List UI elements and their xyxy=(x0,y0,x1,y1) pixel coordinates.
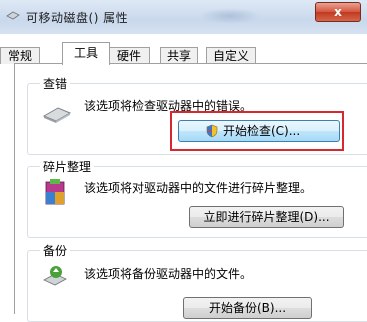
tab-customize[interactable]: 自定义 xyxy=(206,47,256,64)
tab-bar: 常规 工具 硬件 共享 自定义 xyxy=(0,34,367,65)
window-title-main: 可移动磁盘( xyxy=(26,11,94,25)
title-bar[interactable]: 可移动磁盘() 属性 x xyxy=(0,0,367,34)
start-backup-button[interactable]: 开始备份(B)... xyxy=(183,297,312,319)
defrag-description: 该选项将对驱动器中的文件进行碎片整理。 xyxy=(84,181,313,195)
error-check-label: 查错 xyxy=(40,75,71,92)
drive-icon xyxy=(42,107,72,123)
backup-label: 备份 xyxy=(40,242,71,259)
tab-general[interactable]: 常规 xyxy=(0,47,40,64)
start-check-button[interactable]: 开始检查(C)... xyxy=(178,120,340,142)
defrag-now-button[interactable]: 立即进行碎片整理(D)... xyxy=(189,206,344,228)
backup-icon xyxy=(43,266,67,286)
title-blur xyxy=(200,8,260,24)
close-button[interactable]: x xyxy=(315,2,361,22)
tab-tools[interactable]: 工具 xyxy=(62,42,110,65)
window-title-suffix: ) 属性 xyxy=(93,11,129,25)
removable-drive-icon xyxy=(6,11,20,20)
shield-icon xyxy=(206,124,218,138)
defrag-label: 碎片整理 xyxy=(40,158,95,175)
backup-description: 该选项将备份驱动器中的文件。 xyxy=(84,267,253,281)
tab-sharing[interactable]: 共享 xyxy=(160,47,198,64)
defrag-icon xyxy=(45,179,65,205)
tab-hardware[interactable]: 硬件 xyxy=(108,47,150,64)
start-check-label: 开始检查(C)... xyxy=(223,124,301,138)
window-title: 可移动磁盘() 属性 xyxy=(26,9,128,26)
